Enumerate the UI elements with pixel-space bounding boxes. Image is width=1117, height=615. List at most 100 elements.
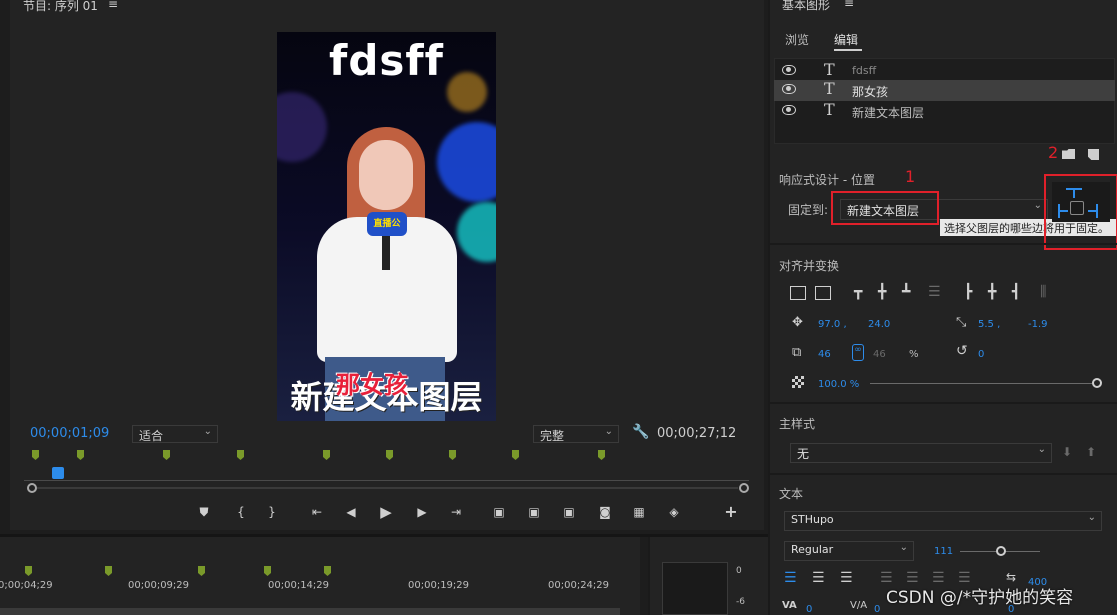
ruler-label: 00;00;19;29 (408, 580, 470, 591)
annotation-number: 1 (905, 167, 916, 186)
kerning-value[interactable]: 0 (806, 604, 812, 615)
go-to-in-icon[interactable]: ⇤ (308, 503, 326, 521)
video-preview: 直播公 fdsff 新建文本图层 那女孩 (277, 32, 496, 421)
meter-label: -6 (736, 597, 745, 607)
leading-label: V/A (850, 600, 868, 611)
align-text-right-icon[interactable]: ☰ (840, 570, 853, 586)
step-forward-icon[interactable]: ▶ (413, 503, 431, 521)
ruler-label: 00;00;09;29 (128, 580, 190, 591)
chevron-down-icon: ⌄ (899, 542, 908, 553)
opacity-slider[interactable] (870, 383, 1096, 384)
font-family-select[interactable]: STHupo ⌄ (784, 511, 1102, 531)
responsive-heading: 响应式设计 - 位置 (779, 173, 875, 187)
ruler-label: 0;00;04;29 (0, 580, 53, 591)
tab-edit[interactable]: 编辑 (834, 31, 858, 48)
eye-icon[interactable] (782, 84, 796, 94)
push-down-icon[interactable]: ⬇ (1062, 445, 1072, 459)
align-vertical-center-icon[interactable] (790, 286, 806, 300)
compare-icon[interactable]: ▦ (630, 503, 648, 521)
play-icon[interactable]: ▶ (377, 503, 395, 521)
in-point-icon[interactable]: { (232, 503, 250, 521)
opacity-icon (792, 376, 804, 388)
highlight-box (831, 191, 939, 225)
align-middle-icon[interactable]: ╋ (878, 284, 886, 300)
duration-timecode: 00;00;27;12 (657, 426, 737, 441)
section-divider (770, 402, 1117, 404)
trim-icon[interactable]: ◈ (665, 503, 683, 521)
scrub-bar[interactable] (24, 480, 749, 481)
font-style-select[interactable]: Regular ⌄ (784, 541, 914, 561)
distribute-vertical-icon[interactable]: ☰ (928, 284, 941, 300)
anchor-icon: ⤡ (956, 315, 967, 330)
align-bottom-icon[interactable]: ┻ (902, 284, 910, 300)
bokeh-light (277, 92, 327, 162)
push-up-icon[interactable]: ⬆ (1086, 445, 1096, 459)
new-layer-icon[interactable] (1088, 149, 1099, 160)
scale-height-value[interactable]: 46 (873, 349, 886, 360)
fit-select[interactable]: 适合 ⌄ (132, 425, 218, 443)
essential-graphics-panel: 基本图形 ≡ 浏览 编辑 T fdsff T 那女孩 T 新建文本图层 2 响应… (768, 0, 1117, 615)
anchor-x[interactable]: 5.5 , (978, 319, 1000, 330)
opacity-value[interactable]: 100.0 % (818, 379, 859, 390)
zoom-scrollbar[interactable] (37, 487, 738, 489)
zoom-handle-left[interactable] (27, 483, 37, 493)
eye-icon[interactable] (782, 105, 796, 115)
font-size-slider-handle[interactable] (996, 546, 1006, 556)
align-horizontal-center-icon[interactable] (815, 286, 831, 300)
align-center-icon[interactable]: ╋ (988, 284, 996, 300)
monitor-header: 节目: 序列 01 ≡ (10, 0, 764, 14)
percent-label: % (909, 349, 919, 360)
mic-flag: 直播公 (367, 212, 407, 236)
wrench-icon[interactable]: 🔧 (632, 424, 649, 440)
current-timecode[interactable]: 00;00;01;09 (30, 426, 109, 441)
audio-meter (662, 562, 728, 615)
marker-icon[interactable]: ⛊ (195, 503, 213, 521)
step-back-icon[interactable]: ◀ (342, 503, 360, 521)
rotation-value[interactable]: 0 (978, 349, 984, 360)
scale-value[interactable]: 46 (818, 349, 831, 360)
layer-item-selected[interactable]: T 那女孩 (774, 79, 1115, 101)
align-top-icon[interactable]: ┳ (854, 284, 862, 300)
quality-select[interactable]: 完整 ⌄ (533, 425, 619, 443)
layer-item[interactable]: T 新建文本图层 (774, 100, 1115, 122)
align-text-left-icon[interactable]: ☰ (784, 570, 797, 586)
timeline-track[interactable] (0, 608, 620, 615)
out-point-icon[interactable]: } (263, 503, 281, 521)
highlight-box (1044, 174, 1117, 250)
align-right-icon[interactable]: ┫ (1012, 284, 1020, 300)
watermark: CSDN @/*守护她的笑容 (886, 588, 1074, 608)
master-style-select[interactable]: 无 ⌄ (790, 443, 1052, 463)
overwrite-icon[interactable]: ▣ (525, 503, 543, 521)
pin-to-label: 固定到: (788, 203, 829, 217)
font-size-value[interactable]: 111 (934, 546, 953, 557)
insert-icon[interactable]: ▣ (490, 503, 508, 521)
playhead[interactable] (52, 467, 64, 479)
chevron-down-icon: ⌄ (604, 426, 613, 437)
ruler-label: 00;00;14;29 (268, 580, 330, 591)
bokeh-light (457, 202, 496, 262)
title-text-fdsff: fdsff (329, 36, 444, 85)
lift-icon[interactable]: ▣ (560, 503, 578, 521)
section-divider (770, 243, 1117, 245)
opacity-slider-handle[interactable] (1092, 378, 1102, 388)
zoom-handle-right[interactable] (739, 483, 749, 493)
go-to-out-icon[interactable]: ⇥ (447, 503, 465, 521)
kerning-label: VA (782, 600, 797, 611)
position-y[interactable]: 24.0 (868, 319, 890, 330)
camera-icon[interactable]: ◙ (596, 503, 614, 521)
tab-browse[interactable]: 浏览 (785, 31, 809, 48)
link-icon[interactable]: ∞ (852, 344, 864, 361)
hamburger-icon[interactable]: ≡ (844, 0, 854, 10)
folder-icon[interactable] (1062, 149, 1075, 159)
text-layer-icon: T (824, 79, 835, 98)
leading-value[interactable]: 0 (874, 604, 880, 615)
align-text-center-icon[interactable]: ☰ (812, 570, 825, 586)
annotation-number: 2 (1048, 143, 1059, 162)
add-button[interactable]: + (722, 503, 740, 521)
anchor-y[interactable]: -1.9 (1028, 319, 1048, 330)
align-left-icon[interactable]: ┣ (964, 284, 972, 300)
position-x[interactable]: 97.0 , (818, 319, 847, 330)
eye-icon[interactable] (782, 65, 796, 75)
distribute-horizontal-icon[interactable]: ⫼ (1040, 284, 1046, 300)
hamburger-icon[interactable]: ≡ (108, 0, 118, 11)
